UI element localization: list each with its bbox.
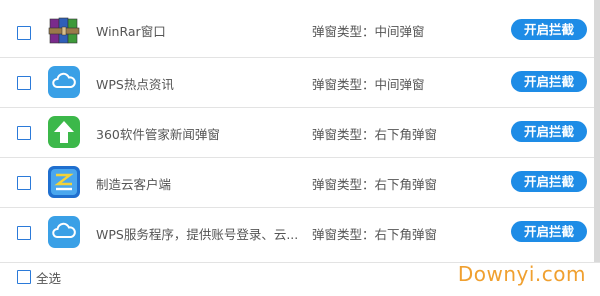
item-popup-type: 弹窗类型：右下角弹窗 (312, 127, 438, 142)
item-name: WPS热点资讯 (96, 77, 174, 92)
scrollbar-track[interactable] (594, 0, 600, 262)
cloud-icon (48, 66, 80, 98)
select-all-checkbox[interactable] (17, 270, 31, 284)
green-up-arrow-icon (48, 116, 80, 148)
list-item: WPS服务程序，提供账号登录、云... 弹窗类型：右下角弹窗 开启拦截 (0, 207, 598, 257)
item-popup-type: 弹窗类型：右下角弹窗 (312, 177, 438, 192)
enable-block-button[interactable]: 开启拦截 (511, 171, 587, 192)
enable-block-button[interactable]: 开启拦截 (511, 71, 587, 92)
popup-list: WinRar窗口 弹窗类型：中间弹窗 开启拦截 WPS热点资讯 弹窗类型：中间弹… (0, 0, 598, 257)
list-item: WPS热点资讯 弹窗类型：中间弹窗 开启拦截 (0, 57, 598, 107)
row-checkbox[interactable] (17, 76, 31, 90)
enable-block-button[interactable]: 开启拦截 (511, 221, 587, 242)
row-checkbox[interactable] (17, 26, 31, 40)
scrollbar-thumb[interactable] (594, 0, 600, 262)
list-item: 360软件管家新闻弹窗 弹窗类型：右下角弹窗 开启拦截 (0, 107, 598, 157)
enable-block-button[interactable]: 开启拦截 (511, 19, 587, 40)
list-item: 制造云客户端 弹窗类型：右下角弹窗 开启拦截 (0, 157, 598, 207)
item-popup-type: 弹窗类型：中间弹窗 (312, 77, 425, 92)
item-name: 360软件管家新闻弹窗 (96, 127, 220, 142)
winrar-books-icon (48, 15, 80, 47)
item-popup-type: 弹窗类型：右下角弹窗 (312, 227, 438, 242)
item-name: 制造云客户端 (96, 177, 172, 192)
list-item: WinRar窗口 弹窗类型：中间弹窗 开启拦截 (0, 4, 598, 57)
blue-z-logo-icon (48, 166, 80, 198)
watermark-logo: Downyi.com (457, 262, 586, 286)
cloud-icon (48, 216, 80, 248)
row-checkbox[interactable] (17, 226, 31, 240)
select-all-label[interactable]: 全选 (36, 268, 61, 287)
row-checkbox[interactable] (17, 176, 31, 190)
item-popup-type: 弹窗类型：中间弹窗 (312, 24, 425, 39)
item-name: WPS服务程序，提供账号登录、云... (96, 227, 299, 242)
item-name: WinRar窗口 (96, 24, 166, 39)
enable-block-button[interactable]: 开启拦截 (511, 121, 587, 142)
row-checkbox[interactable] (17, 126, 31, 140)
